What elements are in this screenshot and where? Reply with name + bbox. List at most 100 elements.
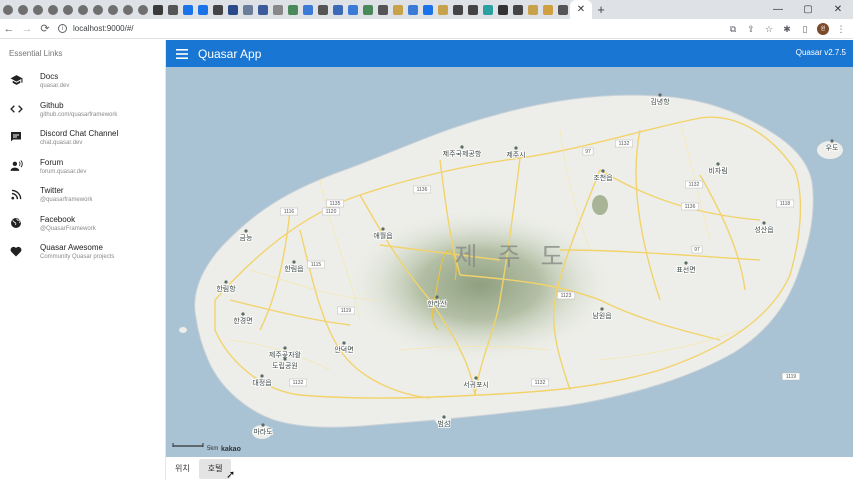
browser-tab[interactable] [315,0,330,19]
share-icon[interactable]: ⇪ [745,24,757,35]
more-menu-icon[interactable]: ⋮ [835,24,847,35]
place-marker-icon [435,295,439,299]
toolbar-actions: ⧉ ⇪ ☆ ✱ ▯ 원 ⋮ [727,19,847,39]
minimize-icon[interactable]: — [763,0,793,19]
map-canvas[interactable]: 1132 97 1136 1135 1120 1116 1136 1118 1115 1123 11… [166,67,853,457]
browser-tab[interactable] [495,0,510,19]
browser-tab[interactable] [330,0,345,19]
place-marker-icon [474,376,478,380]
profile-avatar[interactable]: 원 [817,23,829,35]
menu-button[interactable] [166,40,198,67]
road-number-label: 97 [691,245,703,254]
browser-tab[interactable] [300,0,315,19]
kakao-map[interactable]: 1132 97 1136 1135 1120 1116 1136 1118 1115 1123 11… [166,67,853,457]
mouse-pointer-icon: ➚ [226,469,236,481]
place-label: 김녕항 [650,97,670,106]
place-marker-icon [762,221,766,225]
forward-arrow-icon[interactable]: → [18,23,36,35]
link-item-discord[interactable]: Discord Chat Channel chat.quasar.dev [0,125,165,154]
link-item-facebook[interactable]: Facebook @QuasarFramework [0,211,165,240]
browser-tab[interactable] [210,0,225,19]
translate-icon[interactable]: ⧉ [727,24,739,35]
road-number-label: 1132 [531,378,549,387]
link-item-github[interactable]: Github github.com/quasarframework [0,97,165,126]
browser-tab[interactable] [195,0,210,19]
tab-location[interactable]: 위치 [166,458,199,479]
place-label: 조천읍 [593,173,613,182]
site-info-icon[interactable]: i [58,24,67,33]
browser-tab[interactable] [45,0,60,19]
tab-favicon-icon [47,4,58,15]
link-item-twitter[interactable]: Twitter @quasarframework [0,182,165,211]
svg-text:1118: 1118 [780,201,791,207]
tab-favicon-icon [542,4,553,15]
browser-tab[interactable] [60,0,75,19]
road-number-label: 1120 [322,207,340,216]
browser-tab[interactable] [345,0,360,19]
place-label: 제주시 [506,151,525,159]
browser-tab[interactable] [555,0,570,19]
place-label: 성산읍 [754,225,774,234]
link-item-docs[interactable]: Docs quasar.dev [0,68,165,97]
browser-tab[interactable] [540,0,555,19]
browser-tab[interactable] [360,0,375,19]
road-number-label: 1136 [413,185,431,194]
browser-tab[interactable] [120,0,135,19]
bookmark-star-icon[interactable]: ☆ [763,24,775,35]
window-close-icon[interactable]: ✕ [823,0,853,19]
hamburger-menu-icon[interactable] [176,48,188,59]
place-label: 도립공원 [272,361,298,370]
place-label: 서귀포시 [463,380,489,389]
browser-tab[interactable] [30,0,45,19]
browser-tab[interactable] [180,0,195,19]
browser-tab[interactable] [90,0,105,19]
browser-tab[interactable] [150,0,165,19]
browser-tab[interactable] [480,0,495,19]
browser-tab[interactable] [510,0,525,19]
browser-tab[interactable] [525,0,540,19]
browser-tab[interactable] [375,0,390,19]
browser-tab[interactable] [285,0,300,19]
place-label: 대정읍 [252,378,272,387]
browser-tab[interactable] [105,0,120,19]
place-label: 범섬 [438,419,451,428]
browser-tab[interactable] [165,0,180,19]
browser-tab[interactable] [465,0,480,19]
new-tab-button[interactable]: + [592,2,610,17]
svg-text:1132: 1132 [293,380,304,386]
browser-tab[interactable] [255,0,270,19]
close-icon[interactable]: ✕ [577,4,585,15]
browser-tab[interactable] [270,0,285,19]
browser-tab[interactable] [390,0,405,19]
link-item-forum[interactable]: Forum forum.quasar.dev [0,154,165,183]
extensions-icon[interactable]: ✱ [781,24,793,35]
link-item-quasar-awesome[interactable]: Quasar Awesome Community Quasar projects [0,239,165,268]
browser-tab[interactable] [405,0,420,19]
link-title: Quasar Awesome [40,243,103,252]
side-panel-icon[interactable]: ▯ [799,24,811,35]
address-bar[interactable]: i localhost:9000/#/ [58,21,708,37]
browser-tab[interactable] [75,0,90,19]
svg-text:1123: 1123 [561,293,572,299]
place-marker-icon [684,261,688,265]
browser-tab[interactable] [240,0,255,19]
browser-tab[interactable] [15,0,30,19]
tab-favicon-icon [557,4,568,15]
back-arrow-icon[interactable]: ← [0,23,18,35]
maximize-icon[interactable]: ▢ [793,0,823,19]
browser-tab[interactable] [435,0,450,19]
reload-icon[interactable]: ⟳ [36,22,54,35]
scale-text: 5km [207,446,218,452]
tab-favicon-icon [362,4,373,15]
browser-tab[interactable] [0,0,15,19]
tab-favicon-icon [287,4,298,15]
browser-tab[interactable] [450,0,465,19]
browser-tab[interactable] [420,0,435,19]
tab-favicon-icon [347,4,358,15]
browser-tab-active[interactable]: ✕ [570,0,592,19]
browser-tab[interactable] [225,0,240,19]
link-caption: @QuasarFramework [40,225,96,232]
browser-tab[interactable] [135,0,150,19]
tab-favicon-icon [152,4,163,15]
link-title: Forum [40,157,64,167]
